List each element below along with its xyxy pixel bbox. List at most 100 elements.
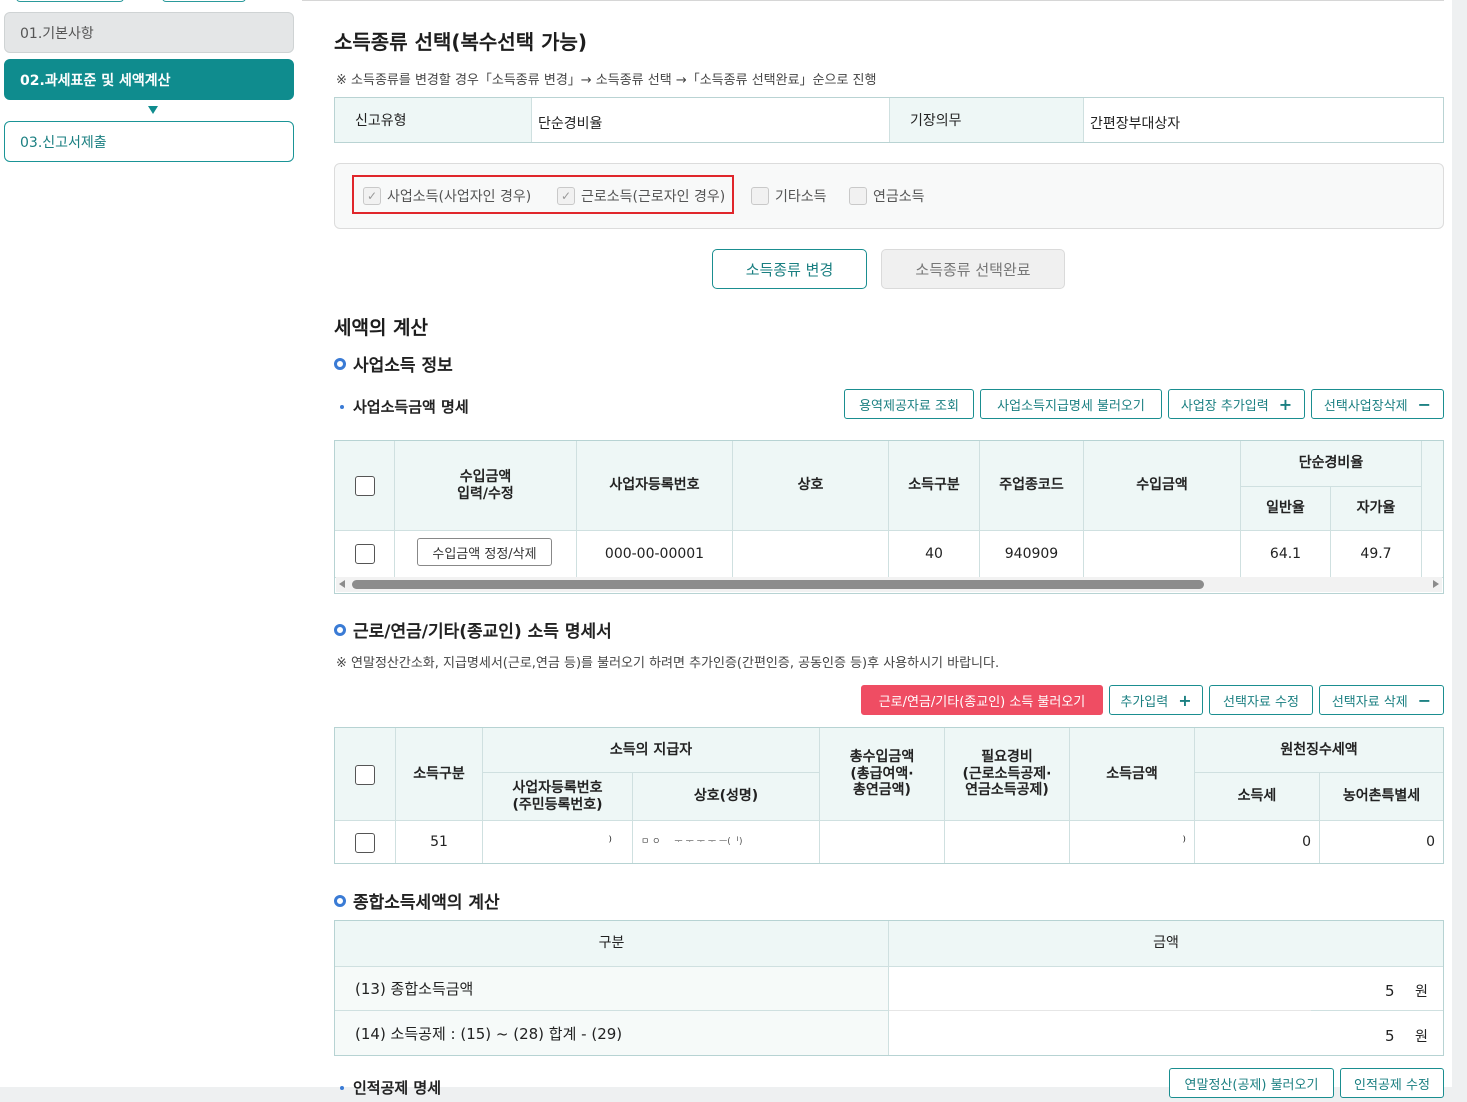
header-company: 상호	[733, 441, 888, 530]
add-labor-income-button[interactable]: 추가입력 +	[1109, 685, 1203, 715]
header-payer-name: 상호(성명)	[633, 773, 819, 820]
change-income-type-button[interactable]: 소득종류 변경	[712, 249, 867, 289]
tax-calc-title: 세액의 계산	[334, 317, 429, 339]
checkbox-other-income[interactable]: 기타소득	[751, 186, 827, 206]
edit-revenue-button[interactable]: 수입금액 정정/삭제	[417, 538, 552, 566]
cell-self-rate: 49.7	[1360, 545, 1392, 562]
summary-row-amount: 5	[1385, 1027, 1395, 1045]
income-select-note: ※ 소득종류를 변경할 경우「소득종류 변경」→ 소득종류 선택 →「소득종류 …	[336, 73, 877, 88]
checkbox-empty-icon	[751, 187, 769, 205]
header-payer-biz-no: 사업자등록번호 (주민등록번호)	[483, 773, 632, 820]
load-year-end-button[interactable]: 연말정산(공제) 불러오기	[1169, 1068, 1334, 1098]
cell-total-income	[820, 821, 944, 863]
bookkeeping-label: 기장의무	[889, 98, 1083, 142]
checkbox-label: 연금소득	[873, 189, 925, 205]
bookkeeping-value: 간편장부대상자	[1083, 98, 1443, 142]
labor-income-note: ※ 연말정산간소화, 지급명세서(근로,연금 등)를 불러오기 하려면 추가인증…	[336, 656, 1000, 671]
minus-icon: −	[1417, 394, 1432, 414]
cell-rural-tax: 0	[1426, 833, 1435, 850]
scroll-left-icon[interactable]	[339, 580, 345, 588]
summary-table: 구분 금액 (13) 종합소득금액 (14) 소득공제 : (15) ~ (28…	[334, 920, 1444, 1056]
header-biz-no: 사업자등록번호	[577, 441, 732, 530]
header-total-income: 총수입금액 (총급여액· 총연금액)	[820, 728, 944, 820]
header-expenses: 필요경비 (근로소득공제· 연금소득공제)	[945, 728, 1069, 820]
personal-deduction-subtitle: 인적공제 명세	[353, 1079, 442, 1097]
plus-icon: +	[1178, 690, 1192, 710]
header-payer: 소득의 지급자	[483, 728, 819, 772]
service-lookup-button[interactable]: 용역제공자료 조회	[844, 389, 974, 419]
col-divider	[1421, 441, 1422, 577]
step-tax-calculation[interactable]: 02.과세표준 및 세액계산	[4, 59, 294, 100]
header-income-type: 소득구분	[396, 728, 482, 820]
header-income-tax: 소득세	[1195, 773, 1319, 820]
header-revenue: 수입금액	[1084, 441, 1240, 530]
add-business-place-button[interactable]: 사업장 추가입력 +	[1168, 389, 1305, 419]
button-label: 사업장 추가입력	[1180, 398, 1269, 414]
labor-income-heading: 근로/연금/기타(종교인) 소득 명세서	[334, 617, 612, 642]
cell-expenses	[945, 821, 1069, 863]
business-info-title: 사업소득 정보	[353, 356, 453, 376]
button-label: 선택자료 삭제	[1331, 694, 1408, 710]
step-submit[interactable]: 03.신고서제출	[4, 121, 294, 162]
business-amount-heading: 사업소득금액 명세	[340, 396, 469, 417]
report-type-label: 신고유형	[335, 98, 531, 142]
plus-icon: +	[1278, 394, 1293, 414]
input-underline	[889, 1010, 1311, 1011]
header-income-type: 소득구분	[889, 441, 979, 530]
load-business-statement-button[interactable]: 사업소득지급명세 불러오기	[980, 389, 1162, 419]
labor-income-title: 근로/연금/기타(종교인) 소득 명세서	[353, 622, 612, 642]
cell-biz-no: 000-00-00001	[604, 545, 705, 562]
cell-company	[733, 531, 888, 577]
cell-income-tax: 0	[1302, 833, 1311, 850]
summary-row-unit: 원	[1415, 1029, 1428, 1045]
step-label: 03.신고서제출	[20, 134, 107, 151]
bullet-icon	[340, 1085, 344, 1090]
edit-personal-deduction-button[interactable]: 인적공제 수정	[1340, 1068, 1444, 1098]
report-type-value: 단순경비율	[531, 98, 889, 142]
checkbox-pension-income[interactable]: 연금소득	[849, 186, 925, 206]
header-income-edit: 수입금액 입력/수정	[395, 441, 576, 530]
header-industry-code: 주업종코드	[980, 441, 1083, 530]
personal-deduction-heading: 인적공제 명세	[340, 1077, 441, 1098]
summary-row-label: (14) 소득공제 : (15) ~ (28) 합계 - (29)	[355, 1024, 623, 1043]
top-divider	[302, 0, 1444, 1]
button-label: 추가입력	[1120, 694, 1169, 710]
header-self-rate: 자가율	[1331, 487, 1421, 530]
income-select-title: 소득종류 선택(복수선택 가능)	[334, 30, 588, 54]
checkbox-empty-icon	[849, 187, 867, 205]
button-label: 선택사업장삭제	[1323, 398, 1408, 414]
step-label: 02.과세표준 및 세액계산	[20, 72, 171, 89]
summary-title: 종합소득세액의 계산	[353, 893, 500, 913]
header-category: 구분	[335, 921, 888, 966]
header-general-rate: 일반율	[1241, 487, 1330, 530]
summary-row-unit: 원	[1415, 984, 1428, 1000]
summary-heading: 종합소득세액의 계산	[334, 888, 500, 913]
edit-selected-button[interactable]: 선택자료 수정	[1209, 685, 1313, 715]
delete-business-place-button[interactable]: 선택사업장삭제 −	[1311, 389, 1444, 419]
step-arrow-down-icon	[148, 106, 158, 114]
load-labor-income-button[interactable]: 근로/연금/기타(종교인) 소득 불러오기	[861, 685, 1103, 715]
summary-row-label: (13) 종합소득금액	[355, 980, 474, 998]
cell-income-type: 51	[430, 833, 448, 850]
cell-income-amount: ⁾	[1182, 833, 1186, 850]
top-tab-stub	[162, 0, 246, 2]
checkbox-label: 기타소득	[775, 189, 827, 205]
business-income-table: 수입금액 입력/수정 사업자등록번호 상호 소득구분 주업종코드 수입금액 단순…	[334, 440, 1444, 594]
complete-income-type-button[interactable]: 소득종류 선택완료	[881, 249, 1065, 289]
minus-icon: −	[1417, 690, 1432, 710]
row-checkbox[interactable]	[355, 544, 375, 564]
row-checkbox[interactable]	[355, 833, 375, 853]
delete-selected-button[interactable]: 선택자료 삭제 −	[1319, 685, 1444, 715]
scroll-right-icon[interactable]	[1433, 580, 1439, 588]
select-all-checkbox[interactable]	[355, 765, 375, 785]
scrollbar-thumb[interactable]	[352, 580, 1204, 589]
right-gutter	[1452, 0, 1467, 1102]
business-amount-subtitle: 사업소득금액 명세	[353, 398, 469, 416]
step-basic-info[interactable]: 01.기본사항	[4, 12, 294, 53]
cell-general-rate: 64.1	[1269, 545, 1302, 562]
select-all-checkbox[interactable]	[355, 476, 375, 496]
labor-income-table: 소득구분 소득의 지급자 사업자등록번호 (주민등록번호) 상호(성명) 총수입…	[334, 727, 1444, 864]
cell-revenue	[1084, 531, 1240, 577]
step-label: 01.기본사항	[20, 25, 94, 42]
header-simple-rate: 단순경비율	[1241, 441, 1421, 486]
